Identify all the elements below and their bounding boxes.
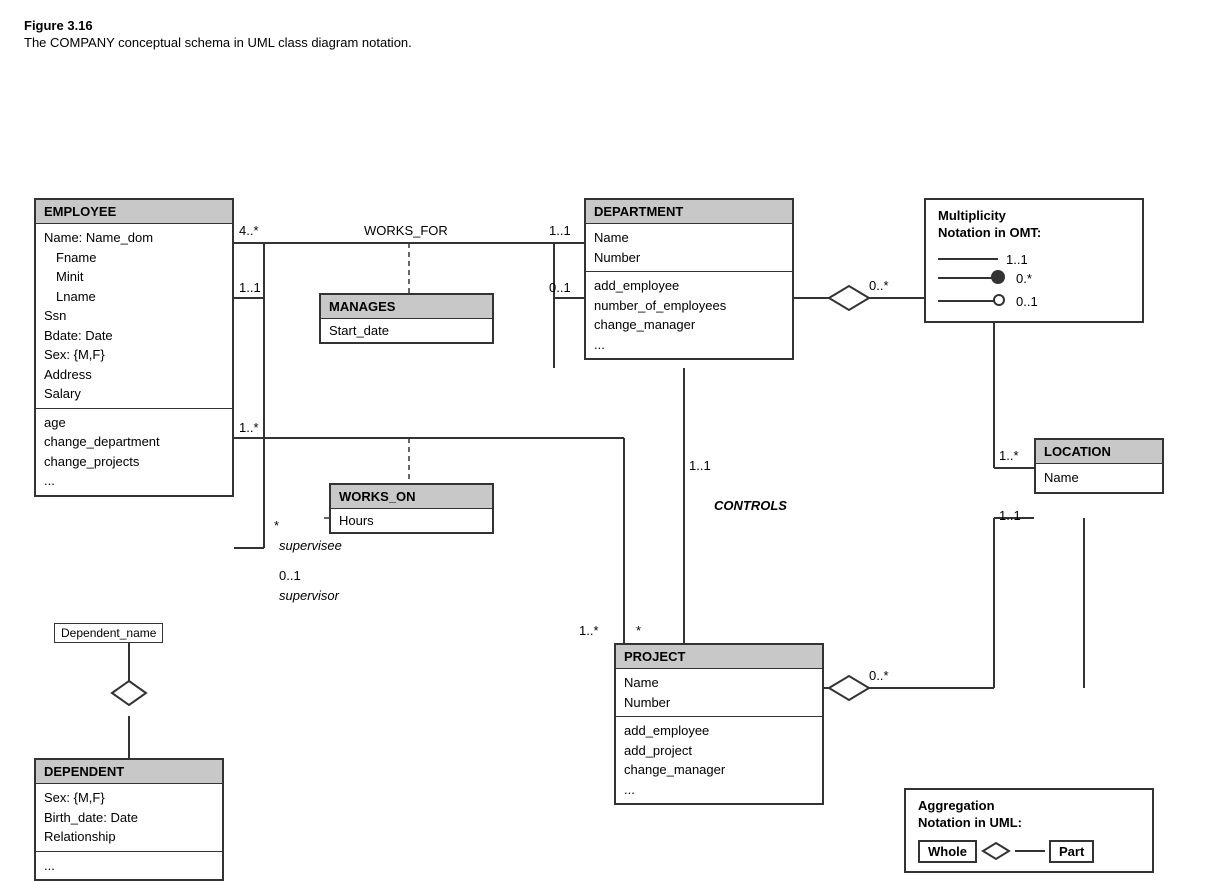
notation-line-0star	[938, 277, 998, 279]
dependent-header: DEPENDENT	[36, 760, 222, 784]
mult-11-wf: 1..1	[549, 223, 571, 238]
open-circle-icon	[993, 294, 1005, 306]
mult-1star-sup: 1..*	[239, 420, 259, 435]
project-section1: Name Number	[616, 669, 822, 717]
works-for-label: WORKS_FOR	[364, 223, 448, 238]
manages-header: MANAGES	[321, 295, 492, 319]
notation-rows: 1..1 0.* 0..1	[938, 252, 1130, 309]
dependent-section1: Sex: {M,F} Birth_date: Date Relationship	[36, 784, 222, 852]
notation-line-11	[938, 258, 998, 260]
dependent-name-box: Dependent_name	[54, 623, 163, 643]
manages-class: MANAGES Start_date	[319, 293, 494, 344]
mult-star-proj: *	[636, 623, 641, 638]
mult-1star-proj: 1..*	[579, 623, 599, 638]
supervisee-label: supervisee	[279, 538, 342, 553]
department-section1: Name Number	[586, 224, 792, 272]
employee-section1: Name: Name_dom Fname Minit Lname Ssn Bda…	[36, 224, 232, 409]
agg-connector-line	[1015, 850, 1045, 852]
page-container: Figure 3.16 The COMPANY conceptual schem…	[0, 0, 1206, 862]
mult-4star: 4..*	[239, 223, 259, 238]
manages-section: Start_date	[321, 319, 492, 342]
project-header: PROJECT	[616, 645, 822, 669]
multiplicity-title: Multiplicity Notation in OMT:	[938, 208, 1130, 242]
location-class: LOCATION Name	[1034, 438, 1164, 494]
whole-box: Whole	[918, 840, 977, 863]
project-section2: add_employee add_project change_manager …	[616, 717, 822, 803]
notation-row-01: 0..1	[938, 294, 1130, 309]
notation-line-01	[938, 300, 998, 302]
dependent-class: DEPENDENT Sex: {M,F} Birth_date: Date Re…	[34, 758, 224, 881]
works-on-class: WORKS_ON Hours	[329, 483, 494, 534]
dependent-section2: ...	[36, 852, 222, 880]
mult-01-supervisor: 0..1	[279, 568, 301, 583]
notation-row-11: 1..1	[938, 252, 1130, 267]
part-box: Part	[1049, 840, 1094, 863]
aggregation-notation-box: Aggregation Notation in UML: Whole Part	[904, 788, 1154, 873]
employee-section2: age change_department change_projects ..…	[36, 409, 232, 495]
department-class: DEPARTMENT Name Number add_employee numb…	[584, 198, 794, 360]
works-on-section: Hours	[331, 509, 492, 532]
controls-label: CONTROLS	[714, 498, 787, 513]
mult-11-ctrl: 1..1	[689, 458, 711, 473]
aggregation-diamond-icon	[981, 841, 1011, 861]
supervisor-label: supervisor	[279, 588, 339, 603]
mult-star-sup: *	[274, 518, 279, 533]
mult-11-loc: 1..1	[999, 508, 1021, 523]
location-section1: Name	[1036, 464, 1162, 492]
project-class: PROJECT Name Number add_employee add_pro…	[614, 643, 824, 805]
diagram-area: EMPLOYEE Name: Name_dom Fname Minit Lnam…	[24, 68, 1184, 848]
aggregation-title: Aggregation Notation in UML:	[918, 798, 1140, 832]
filled-circle-icon	[991, 270, 1005, 284]
figure-caption: The COMPANY conceptual schema in UML cla…	[24, 35, 1182, 50]
department-section2: add_employee number_of_employees change_…	[586, 272, 792, 358]
aggregation-row: Whole Part	[918, 840, 1140, 863]
mult-11-manages-left: 1..1	[239, 280, 261, 295]
works-on-header: WORKS_ON	[331, 485, 492, 509]
multiplicity-notation-box: Multiplicity Notation in OMT: 1..1 0.*	[924, 198, 1144, 323]
mult-0star-dept: 0..*	[869, 278, 889, 293]
department-header: DEPARTMENT	[586, 200, 792, 224]
employee-class: EMPLOYEE Name: Name_dom Fname Minit Lnam…	[34, 198, 234, 497]
mult-1star-loc: 1..*	[999, 448, 1019, 463]
mult-0star-proj: 0..*	[869, 668, 889, 683]
employee-header: EMPLOYEE	[36, 200, 232, 224]
location-header: LOCATION	[1036, 440, 1162, 464]
notation-row-0star: 0.*	[938, 271, 1130, 286]
figure-title: Figure 3.16	[24, 18, 1182, 33]
mult-01-manages: 0..1	[549, 280, 571, 295]
